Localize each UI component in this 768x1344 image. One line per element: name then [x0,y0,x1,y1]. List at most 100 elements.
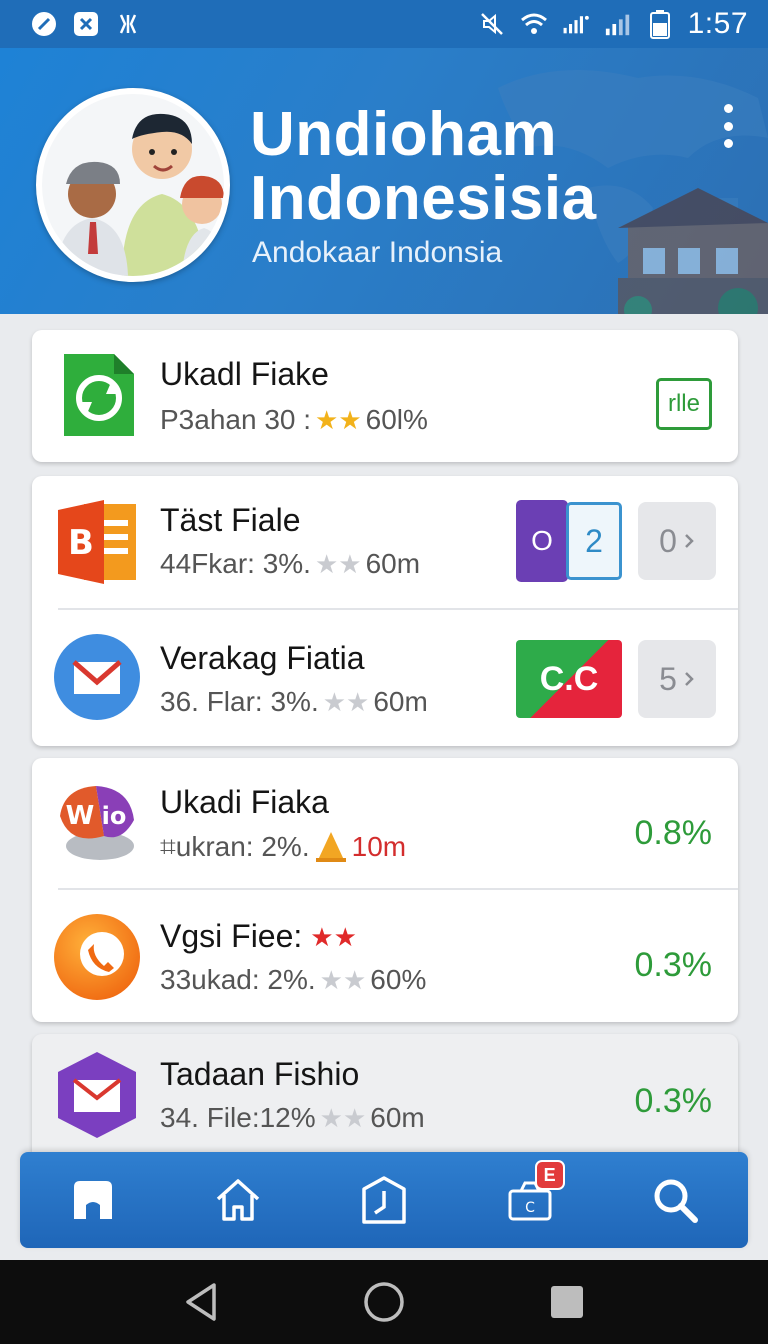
list-item[interactable]: Ukadl Fiake P3ahan 30 : ★★ 60l% rlle [32,330,738,460]
item-title: Ukadi Fiaka [160,784,329,820]
status-badge[interactable]: rlle [656,378,712,430]
status-time: 1:57 [687,7,748,40]
mail-envelope-icon [54,634,140,720]
x-box-icon [72,10,100,38]
item-title: Ukadl Fiake [160,356,329,392]
battery-icon [646,10,674,39]
item-meta: 36. Flar: 3%. ★★ 60m [160,686,428,718]
badge-label: rlle [667,390,700,417]
chevron-chip[interactable]: 0 [638,502,716,580]
percent-value: 0.3% [634,1082,713,1120]
item-meta-value: 60m [373,686,428,717]
link-icon [114,10,142,38]
item-meta: 34. File:12% ★★ 60m [160,1102,425,1134]
mute-icon [478,10,506,38]
status-right-icons: 1:57 [478,7,748,41]
svg-text:C: C [525,1200,535,1216]
signal-icon [604,10,632,38]
svg-text:io: io [102,802,127,830]
home-filled-icon [73,1181,112,1219]
chip-count: 0 [659,522,677,559]
nav-search[interactable] [630,1160,720,1240]
chip-count: 5 [659,660,677,697]
title-line-2: Indonesisia [250,164,597,233]
item-title: Tadaan Fishio [160,1056,360,1092]
status-left-icons [30,10,142,38]
percent-value: 0.8% [634,814,713,852]
item-meta-value: 60l% [365,404,428,435]
kebab-menu-icon[interactable] [714,104,742,148]
list-item[interactable]: Verakag Fiatia 36. Flar: 3%. ★★ 60m C.C … [32,610,738,740]
item-title: Verakag Fiatia [160,640,365,676]
item-meta-text: 36. Flar: 3%. [160,686,319,717]
nav-home-filled[interactable] [48,1160,138,1240]
list-item[interactable]: Vgsi Fiee: ★★ 33ukad: 2%. ★★ 60% 0.3% [32,890,738,1020]
wifi-icon [520,10,548,38]
item-meta-text: ⌗ukran: 2%. [160,830,310,862]
slash-circle-icon [30,10,58,38]
nav-home[interactable] [193,1160,283,1240]
item-meta-value: 60m [370,1102,425,1133]
purple-mail-icon [54,1050,140,1138]
phone-call-icon [54,914,140,1000]
list-item[interactable]: Wio Ukadi Fiaka ⌗ukran: 2%. 10m 0.8% [32,758,738,888]
badge-left: O [516,500,568,582]
rating-stars: ★★ [315,405,362,435]
rating-stars: ★★ [310,921,357,952]
notification-badge: E [534,1160,565,1190]
item-meta-value: 60m [365,548,421,579]
recents-icon[interactable] [537,1272,597,1332]
chevron-right-icon [685,672,694,686]
percent-value: 0.3% [634,946,713,984]
list-item[interactable]: Tadaan Fishio 34. File:12% ★★ 60m 0.3% [32,1034,738,1164]
rating-stars: ★★ [319,1103,367,1133]
item-title-text: Vgsi Fiee: [160,918,303,954]
page-title: Undioham Indonesisia [250,103,597,231]
orange-document-icon: B [54,496,140,584]
warning-cone-icon [315,832,346,862]
search-icon [654,1179,699,1223]
nav-activity[interactable] [339,1160,429,1240]
item-meta-text: 44Fkar: 3%. [160,548,311,579]
item-meta-value: 60% [370,964,427,995]
item-meta: P3ahan 30 : ★★ 60l% [160,404,428,436]
item-title: Vgsi Fiee: ★★ [160,918,357,955]
item-meta-value: 10m [351,831,407,862]
file-card-2: B Täst Fiale 44Fkar: 3%. ★★ 60m O 2 0 Ve… [32,476,738,746]
signal-icon [562,10,590,38]
home-outline-icon [217,1179,260,1221]
wio-app-icon: Wio [50,776,142,868]
status-bar: 1:57 [0,0,768,48]
page-subtitle: Andokaar Indonsia [252,236,503,269]
green-sync-file-icon [54,350,140,436]
item-meta-text: 34. File:12% [160,1102,316,1133]
title-line-1: Undioham [250,100,558,169]
item-meta: 33ukad: 2%. ★★ 60% [160,964,426,996]
rating-stars: ★★ [319,965,367,995]
svg-text:B: B [68,523,94,563]
rating-stars: ★★ [322,687,370,717]
list-item[interactable]: B Täst Fiale 44Fkar: 3%. ★★ 60m O 2 0 [32,476,738,606]
badge-right: 2 [566,502,622,580]
item-meta: ⌗ukran: 2%. 10m [160,830,406,864]
item-meta-text: 33ukad: 2%. [160,964,316,995]
file-card-1: Ukadl Fiake P3ahan 30 : ★★ 60l% rlle [32,330,738,462]
item-meta-text: P3ahan 30 : [160,404,312,435]
item-meta: 44Fkar: 3%. ★★ 60m [160,548,420,580]
status-badge[interactable]: C.C [516,640,622,718]
split-badge[interactable]: O 2 [516,500,622,582]
rating-stars: ★★ [314,549,362,579]
avatar[interactable] [36,88,230,282]
home-circle-icon[interactable] [354,1272,414,1332]
system-nav-bar [0,1260,768,1344]
nav-store[interactable]: C E [485,1160,575,1240]
profile-header: Undioham Indonesisia Andokaar Indonsia [0,48,768,314]
clock-icon [362,1176,406,1224]
item-title: Täst Fiale [160,502,301,538]
bottom-nav: C E [20,1152,748,1248]
badge-label: C.C [539,659,599,698]
back-icon[interactable] [171,1272,231,1332]
file-card-3: Wio Ukadi Fiaka ⌗ukran: 2%. 10m 0.8% Vgs… [32,758,738,1022]
svg-text:W: W [66,801,95,831]
chevron-chip[interactable]: 5 [638,640,716,718]
